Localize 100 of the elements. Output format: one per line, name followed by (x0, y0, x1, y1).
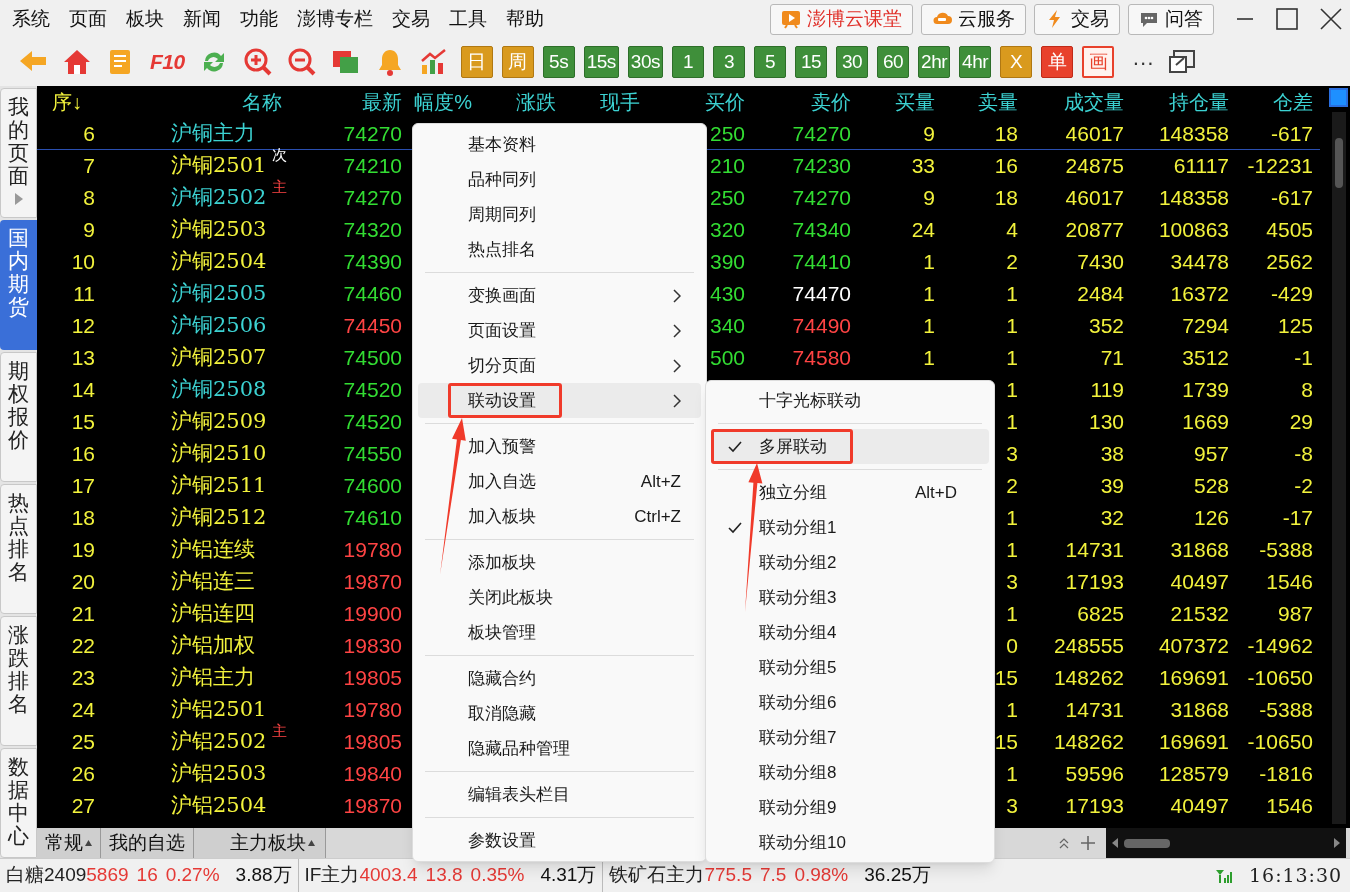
menu-item[interactable]: 板块管理 (418, 615, 701, 650)
contract-name[interactable]: 沪铜2504 (171, 246, 267, 278)
menu-item[interactable]: 添加板块 (418, 545, 701, 580)
bottom-tab[interactable]: 常规 (37, 828, 101, 858)
contract-name[interactable]: 沪铝2504 (171, 790, 267, 822)
collapse-icon[interactable] (1058, 837, 1070, 849)
period-button[interactable]: 30 (836, 46, 869, 78)
column-header[interactable]: 卖价 (811, 87, 851, 117)
period-button[interactable]: 30s (627, 46, 664, 78)
contract-name[interactable]: 沪铝连三 (171, 566, 255, 598)
zoom-in-icon[interactable] (242, 47, 273, 77)
menu-item[interactable]: 品种同列 (418, 162, 701, 197)
column-header[interactable]: 卖量 (978, 87, 1018, 117)
menu-item[interactable]: 加入自选 Alt+Z (418, 464, 701, 499)
menu-item[interactable]: 周期同列 (418, 197, 701, 232)
top-button[interactable]: 澎博云课堂 (770, 3, 913, 35)
menu-item[interactable]: 关闭此板块 (418, 580, 701, 615)
menu-item[interactable]: 变换画面 (418, 278, 701, 313)
maximize-icon[interactable] (1276, 8, 1298, 30)
menu-item[interactable]: 独立分组 Alt+D (711, 475, 989, 510)
menu-item[interactable]: 联动分组5 (711, 650, 989, 685)
period-button[interactable]: 3 (713, 46, 746, 78)
menu-item[interactable]: 取消隐藏 (418, 696, 701, 731)
horizontal-scrollbar[interactable] (1106, 828, 1346, 858)
menu-item[interactable]: 基本资料 (418, 127, 701, 162)
menu-item[interactable]: 多屏联动 (711, 429, 989, 464)
menu-item[interactable]: 切分页面 (418, 348, 701, 383)
bottom-tab[interactable]: 我的自选 (101, 828, 194, 858)
contract-name[interactable]: 沪铝2501 (171, 694, 267, 726)
add-icon[interactable] (1080, 835, 1096, 851)
menu-item[interactable]: 功能 (232, 4, 286, 34)
menu-item[interactable]: 联动分组9 (711, 790, 989, 825)
menu-item[interactable]: 联动分组1 (711, 510, 989, 545)
contract-name[interactable]: 沪铜2508 (171, 374, 267, 406)
vertical-scrollbar[interactable] (1332, 112, 1346, 824)
menu-item[interactable]: 热点排名 (418, 232, 701, 267)
menu-item[interactable]: 工具 (441, 4, 495, 34)
contract-name[interactable]: 沪铝加权 (171, 630, 255, 662)
menu-item[interactable]: 隐藏品种管理 (418, 731, 701, 766)
period-button[interactable]: 画 (1082, 46, 1115, 78)
period-button[interactable]: 15s (583, 46, 619, 78)
contract-name[interactable]: 沪铜2512 (171, 502, 267, 534)
contract-name[interactable]: 沪铜2509 (171, 406, 267, 438)
menu-item[interactable]: 联动分组4 (711, 615, 989, 650)
period-button[interactable]: 15 (795, 46, 828, 78)
side-tab[interactable]: 数据中心 (0, 748, 37, 858)
menu-item[interactable]: 页面 (61, 4, 115, 34)
column-header[interactable]: 涨跌 (516, 87, 556, 117)
period-button[interactable]: 1 (672, 46, 705, 78)
menu-item[interactable]: 联动分组7 (711, 720, 989, 755)
menu-item[interactable]: 联动分组6 (711, 685, 989, 720)
side-tab[interactable]: 涨跌排名 (0, 616, 37, 746)
zoom-out-icon[interactable] (286, 47, 317, 77)
side-tab[interactable]: 国内期货 (0, 220, 37, 350)
period-button[interactable]: 60 (877, 46, 910, 78)
contract-name[interactable]: 沪铜2502 (171, 182, 267, 214)
column-header[interactable]: 最新 (362, 87, 402, 117)
contract-name[interactable]: 沪铜2510 (171, 438, 267, 470)
bottom-tab[interactable]: 主力板块 (194, 828, 326, 858)
menu-item[interactable]: 加入板块 Ctrl+Z (418, 499, 701, 534)
home-icon[interactable] (62, 47, 92, 77)
period-button[interactable]: 单 (1041, 46, 1074, 78)
contract-name[interactable]: 沪铜2501 (171, 150, 267, 182)
contract-name[interactable]: 沪铝2503 (171, 758, 267, 790)
side-tab[interactable]: 我的页面 (0, 88, 37, 218)
menu-item[interactable]: 隐藏合约 (418, 661, 701, 696)
menu-item[interactable]: 联动设置 (418, 383, 701, 418)
top-button[interactable]: 问答 (1128, 3, 1214, 35)
expand-arrow-icon[interactable] (14, 193, 23, 206)
scroll-right-icon[interactable] (1334, 838, 1340, 848)
scrollbar-thumb[interactable] (1335, 138, 1343, 188)
menu-item[interactable]: 联动分组3 (711, 580, 989, 615)
contract-name[interactable]: 沪铜2506 (171, 310, 267, 342)
column-header[interactable]: 成交量 (1064, 87, 1124, 117)
menu-item[interactable]: 联动分组10 (711, 825, 989, 860)
contract-name[interactable]: 沪铝2502 (171, 726, 267, 758)
menu-item[interactable]: 加入预警 (418, 429, 701, 464)
top-button[interactable]: 交易 (1034, 3, 1120, 35)
panel-toggle-icon[interactable] (1329, 88, 1348, 107)
column-header[interactable]: 买量 (895, 87, 935, 117)
window-icon[interactable] (1168, 49, 1197, 75)
period-button[interactable]: 4hr (959, 46, 992, 78)
more-button[interactable]: ··· (1132, 45, 1155, 79)
menu-item[interactable]: 系统 (4, 4, 58, 34)
menu-item[interactable]: 交易 (384, 4, 438, 34)
period-button[interactable]: 5s (542, 46, 575, 78)
column-header[interactable]: 序↓ (52, 87, 82, 117)
side-tab[interactable]: 热点排名 (0, 484, 37, 614)
menu-item[interactable]: 帮助 (498, 4, 552, 34)
menu-item[interactable]: 页面设置 (418, 313, 701, 348)
column-header[interactable]: 买价 (705, 87, 745, 117)
contract-name[interactable]: 沪铜主力 (171, 117, 255, 150)
close-icon[interactable] (1320, 8, 1342, 30)
menu-item[interactable]: 新闻 (175, 4, 229, 34)
column-header[interactable]: 名称 (242, 87, 282, 117)
column-header[interactable]: 现手 (600, 87, 640, 117)
scrollbar-thumb[interactable] (1124, 838, 1170, 848)
contract-name[interactable]: 沪铝主力 (171, 662, 255, 694)
contract-name[interactable]: 沪铜2503 (171, 214, 267, 246)
menu-item[interactable]: 澎博专栏 (289, 4, 381, 34)
